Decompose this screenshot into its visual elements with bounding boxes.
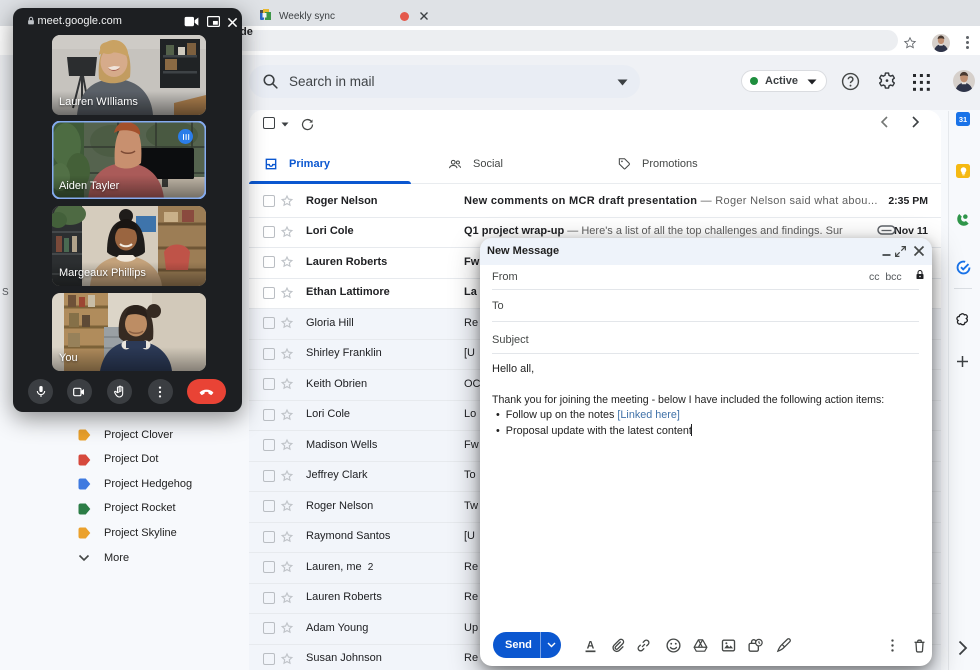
svg-text:A: A bbox=[586, 639, 594, 651]
